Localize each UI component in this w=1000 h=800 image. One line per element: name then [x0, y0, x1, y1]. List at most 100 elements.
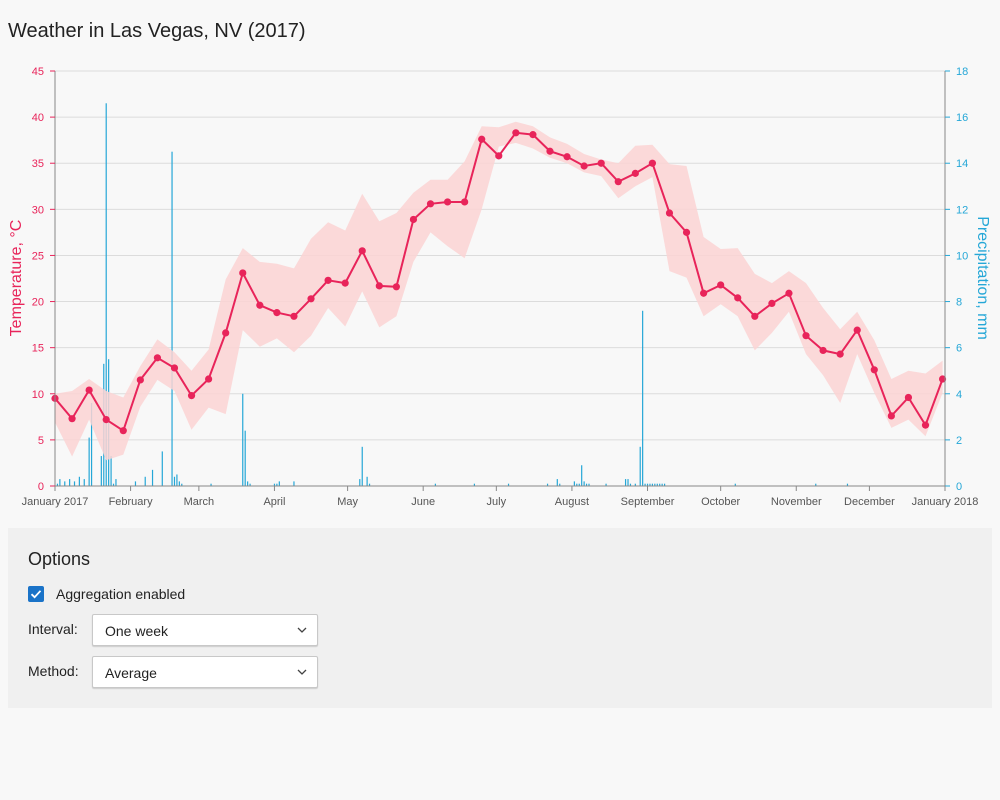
x-tick-label: May	[337, 496, 358, 508]
precipitation-bar	[78, 476, 80, 486]
interval-select-value: One week	[105, 623, 169, 639]
left-tick-label: 40	[32, 112, 44, 124]
precipitation-bar	[144, 476, 146, 486]
right-tick-label: 2	[956, 435, 962, 447]
temperature-point	[751, 312, 759, 320]
temperature-point	[563, 153, 571, 161]
left-tick-label: 5	[38, 435, 44, 447]
temperature-point	[461, 198, 469, 206]
x-tick-label: January 2018	[912, 496, 979, 508]
precipitation-bar	[583, 481, 585, 486]
precipitation-bar	[361, 446, 363, 486]
chevron-down-icon	[297, 669, 307, 675]
precipitation-bar	[171, 151, 173, 486]
x-tick-label: November	[771, 496, 822, 508]
precipitation-bar	[115, 479, 117, 486]
left-axis-ticks: 0 5 10 15 20 25 30 35 40 45	[32, 66, 55, 493]
left-tick-label: 15	[32, 343, 44, 355]
x-tick-label: January 2017	[22, 496, 89, 508]
options-title: Options	[28, 549, 91, 569]
temperature-point	[614, 178, 622, 186]
temperature-point	[119, 427, 127, 435]
x-tick-label: June	[411, 496, 435, 508]
temperature-point	[853, 326, 861, 334]
temperature-point	[256, 301, 264, 309]
left-axis-label: Temperature, °C	[8, 220, 25, 337]
x-tick-label: September	[621, 496, 675, 508]
right-tick-label: 16	[956, 112, 968, 124]
temperature-point	[170, 364, 179, 372]
precipitation-bar	[244, 430, 246, 486]
temperature-point	[785, 289, 793, 297]
left-tick-label: 35	[32, 158, 44, 170]
precipitation-bar	[627, 479, 629, 486]
weather-chart: 0 5 10 15 20 25 30 35 40 45 0 2 4 6 8 10 12 14 16 18 Janua…	[8, 66, 991, 508]
temperature-point	[187, 392, 196, 400]
precipitation-bar	[176, 474, 178, 486]
temperature-point	[768, 299, 776, 307]
x-tick-label: March	[184, 496, 215, 508]
precipitation-bar	[359, 479, 361, 486]
precipitation-bar	[151, 469, 154, 486]
temperature-point	[478, 135, 486, 143]
left-tick-label: 25	[32, 250, 44, 262]
temperature-point	[495, 152, 503, 160]
precipitation-bar	[73, 481, 76, 486]
precipitation-bar	[556, 479, 558, 486]
left-tick-label: 10	[32, 389, 44, 401]
check-icon	[30, 590, 42, 599]
temperature-point	[341, 279, 349, 287]
options-panel: Options Aggregation enabled Interval: On…	[8, 528, 992, 708]
temperature-point	[102, 416, 110, 424]
x-tick-label: February	[109, 496, 154, 508]
left-tick-label: 20	[32, 297, 44, 309]
temperature-point	[205, 375, 213, 383]
right-axis-label: Precipitation, mm	[974, 216, 991, 340]
temperature-point	[136, 376, 144, 384]
temperature-point	[273, 309, 281, 317]
temperature-point	[717, 281, 725, 289]
left-tick-label: 30	[32, 204, 44, 216]
precipitation-bar	[83, 479, 85, 486]
temperature-point	[836, 350, 844, 358]
right-tick-label: 8	[956, 297, 962, 309]
temperature-point	[580, 162, 588, 170]
right-tick-label: 18	[956, 66, 968, 78]
left-tick-label: 45	[32, 66, 44, 78]
chevron-down-icon	[297, 627, 307, 633]
interval-label: Interval:	[28, 621, 78, 637]
aggregation-checkbox[interactable]	[28, 586, 44, 602]
x-tick-label: October	[701, 496, 740, 508]
precipitation-bar	[110, 456, 112, 486]
temperature-point	[700, 289, 708, 297]
precipitation-bar	[100, 456, 102, 486]
precipitation-bar	[642, 310, 644, 486]
interval-select[interactable]: One week	[92, 614, 318, 646]
temperature-point	[153, 354, 162, 362]
temperature-point	[870, 366, 878, 374]
temperature-point	[887, 412, 895, 420]
precipitation-bar	[573, 481, 575, 486]
temperature-point	[68, 415, 76, 423]
x-tick-label: December	[844, 496, 895, 508]
temperature-point	[290, 312, 298, 320]
right-tick-label: 4	[956, 389, 962, 401]
precipitation-bar	[161, 451, 163, 486]
precipitation-bar	[178, 481, 180, 486]
temperature-point	[802, 332, 810, 340]
method-label: Method:	[28, 663, 79, 679]
precipitation-bar	[581, 465, 583, 486]
page-title: Weather in Las Vegas, NV (2017)	[8, 20, 306, 42]
precipitation-bar	[134, 481, 137, 486]
precipitation-bar	[293, 481, 295, 486]
precipitation-bar	[88, 437, 90, 486]
temperature-point	[324, 276, 332, 284]
precipitation-bar	[247, 481, 249, 486]
temperature-point	[546, 147, 554, 155]
method-select-value: Average	[105, 665, 157, 681]
method-select[interactable]: Average	[92, 656, 318, 688]
left-tick-label: 0	[38, 481, 44, 493]
precipitation-bar	[639, 446, 641, 486]
aggregation-checkbox-label: Aggregation enabled	[56, 586, 186, 602]
precipitation-bar	[242, 393, 244, 486]
